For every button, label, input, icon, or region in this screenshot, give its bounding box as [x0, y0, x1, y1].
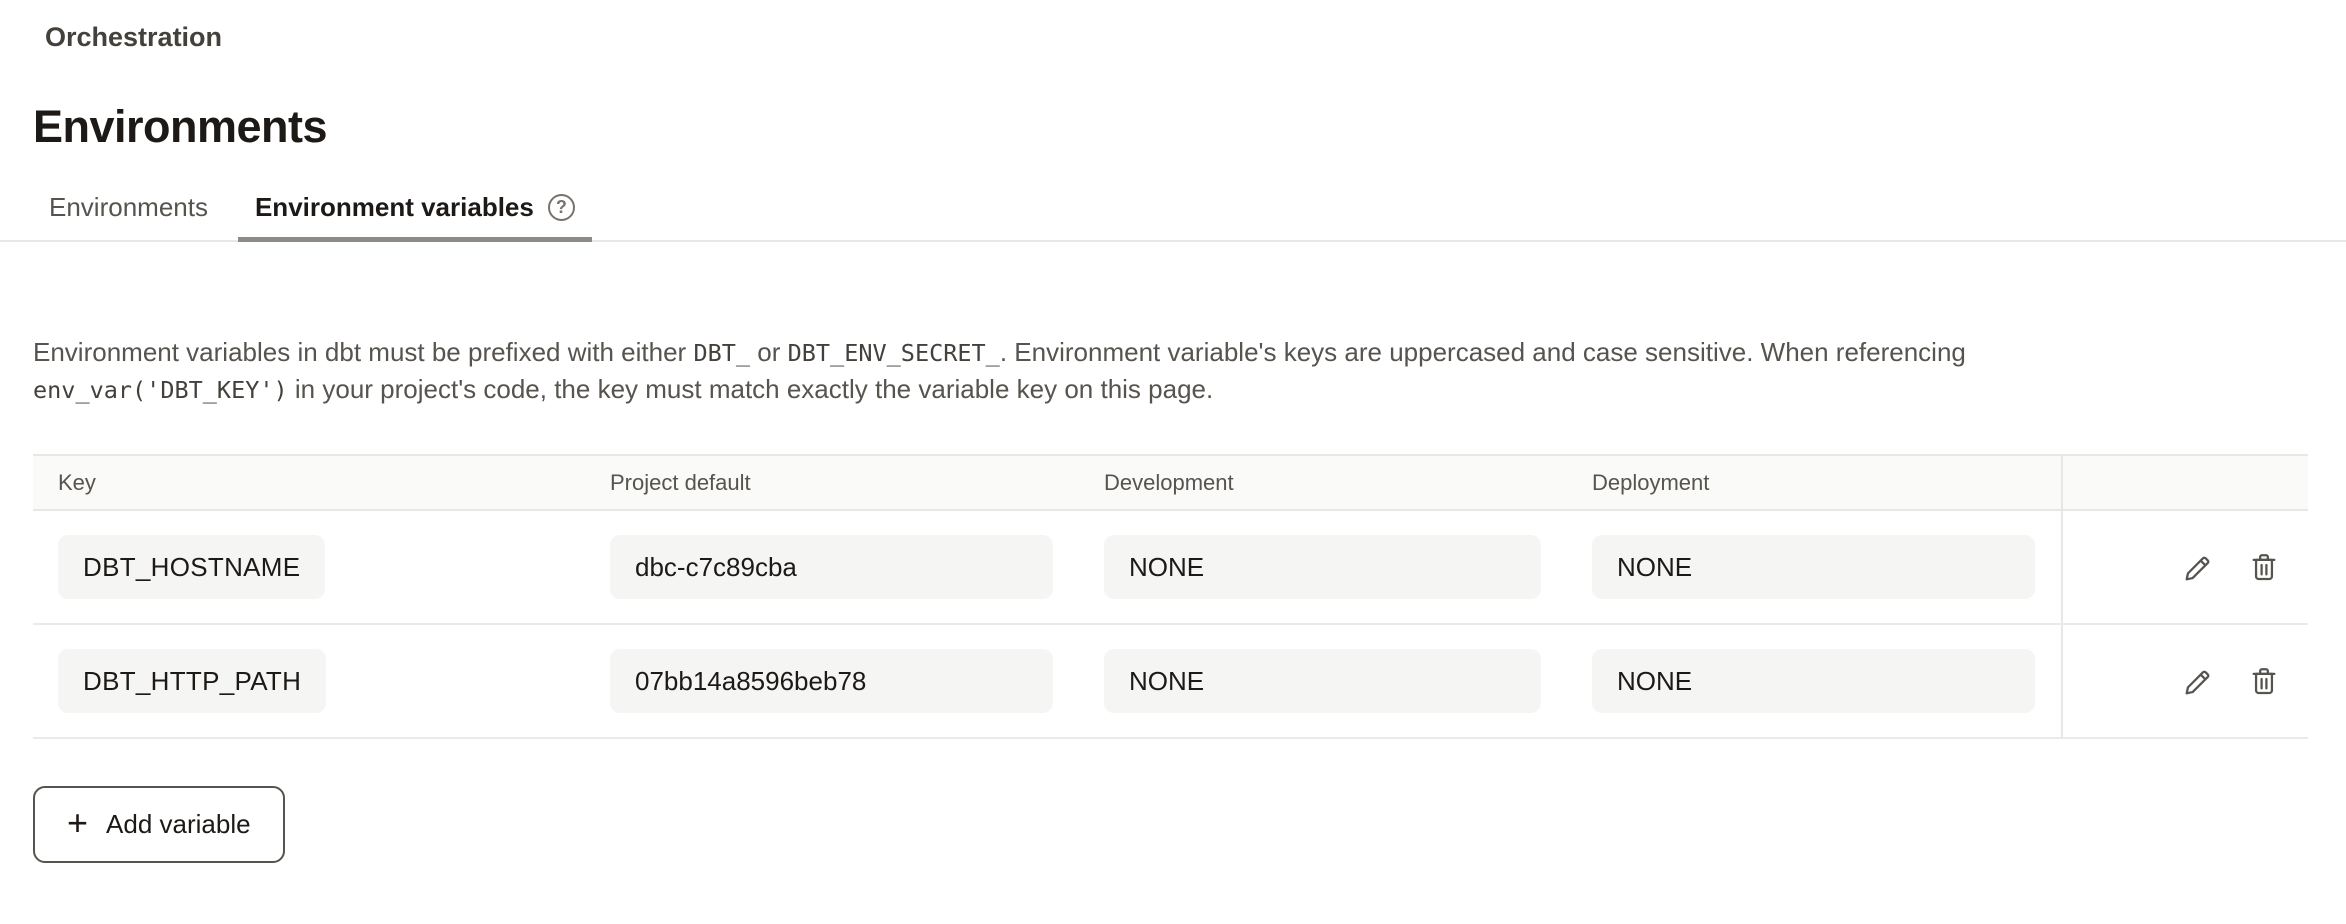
column-header-actions: [2061, 456, 2308, 509]
pencil-icon: [2181, 664, 2215, 698]
tab-environments-label: Environments: [49, 189, 208, 225]
project-default-chip: 07bb14a8596beb78: [610, 649, 1053, 713]
trash-icon: [2247, 664, 2281, 698]
cell-actions: [2061, 625, 2308, 737]
cell-development: NONE: [1079, 511, 1567, 623]
code-env-var-example: env_var('DBT_KEY'): [33, 376, 288, 404]
description-part2: or: [750, 337, 788, 367]
cell-deployment: NONE: [1567, 511, 2061, 623]
column-header-project-default: Project default: [585, 470, 1079, 496]
cell-actions: [2061, 511, 2308, 623]
cell-key: DBT_HOSTNAME: [33, 511, 585, 623]
tab-environments[interactable]: Environments: [32, 189, 225, 242]
cell-project-default: dbc-c7c89cba: [585, 511, 1079, 623]
tab-environment-variables[interactable]: Environment variables ?: [238, 189, 592, 242]
column-header-key: Key: [33, 470, 585, 496]
cell-key: DBT_HTTP_PATH: [33, 625, 585, 737]
code-dbt-env-secret-prefix: DBT_ENV_SECRET_: [788, 339, 1000, 367]
development-chip: NONE: [1104, 535, 1541, 599]
development-chip: NONE: [1104, 649, 1541, 713]
deployment-chip: NONE: [1592, 535, 2035, 599]
delete-button[interactable]: [2247, 664, 2281, 698]
table-row: DBT_HOSTNAME dbc-c7c89cba NONE NONE: [33, 511, 2308, 625]
cell-development: NONE: [1079, 625, 1567, 737]
key-chip: DBT_HTTP_PATH: [58, 649, 326, 713]
description-part3: . Environment variable's keys are upperc…: [1000, 337, 1966, 367]
add-variable-label: Add variable: [106, 809, 251, 840]
table-header-row: Key Project default Development Deployme…: [33, 454, 2308, 511]
deployment-chip: NONE: [1592, 649, 2035, 713]
column-header-development: Development: [1079, 470, 1567, 496]
plus-icon: +: [67, 805, 88, 841]
column-header-deployment: Deployment: [1567, 470, 2061, 496]
help-icon[interactable]: ?: [548, 194, 575, 221]
delete-button[interactable]: [2247, 550, 2281, 584]
env-var-table: Key Project default Development Deployme…: [33, 454, 2308, 739]
description-part1: Environment variables in dbt must be pre…: [33, 337, 693, 367]
table-row: DBT_HTTP_PATH 07bb14a8596beb78 NONE NONE: [33, 625, 2308, 739]
project-default-chip: dbc-c7c89cba: [610, 535, 1053, 599]
code-dbt-prefix: DBT_: [693, 339, 750, 367]
pencil-icon: [2181, 550, 2215, 584]
edit-button[interactable]: [2181, 664, 2215, 698]
add-variable-button[interactable]: + Add variable: [33, 786, 285, 863]
breadcrumb[interactable]: Orchestration: [45, 22, 222, 53]
cell-deployment: NONE: [1567, 625, 2061, 737]
tab-environment-variables-label: Environment variables: [255, 189, 534, 225]
page-title: Environments: [33, 101, 2346, 153]
trash-icon: [2247, 550, 2281, 584]
key-chip: DBT_HOSTNAME: [58, 535, 325, 599]
edit-button[interactable]: [2181, 550, 2215, 584]
tab-bar: Environments Environment variables ?: [0, 189, 2346, 242]
cell-project-default: 07bb14a8596beb78: [585, 625, 1079, 737]
description-text: Environment variables in dbt must be pre…: [33, 334, 2093, 408]
description-part4: in your project's code, the key must mat…: [288, 374, 1214, 404]
